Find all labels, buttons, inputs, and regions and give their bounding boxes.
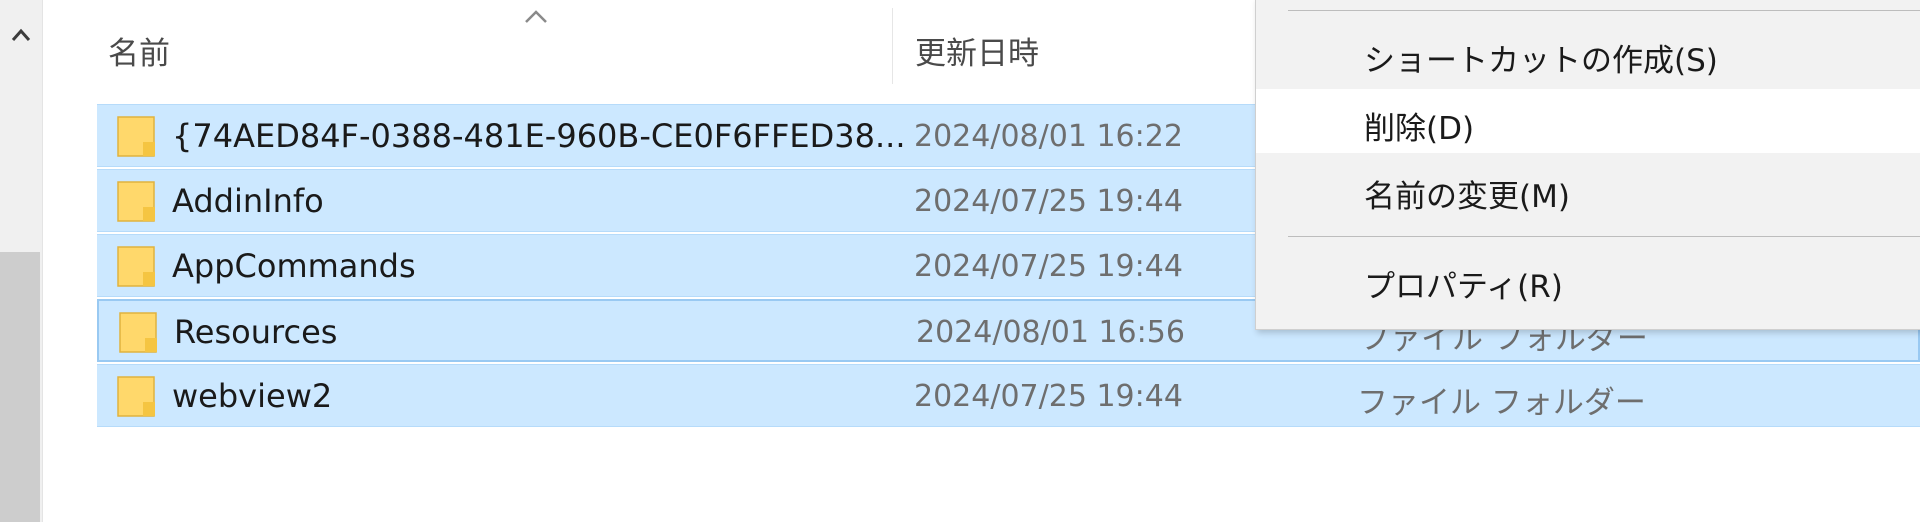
chevron-up-icon [11, 28, 31, 41]
file-modified: 2024/07/25 19:44 [914, 379, 1183, 414]
menu-item-delete[interactable]: 削除(D) [1256, 89, 1920, 153]
menu-separator [1288, 236, 1920, 237]
file-name: Resources [174, 313, 338, 351]
menu-item-label: 名前の変更(M) [1364, 179, 1570, 215]
menu-item-create-shortcut[interactable]: ショートカットの作成(S) [1256, 21, 1920, 85]
file-name: webview2 [172, 377, 333, 415]
vertical-scrollbar[interactable] [0, 0, 43, 522]
folder-icon [117, 181, 155, 222]
menu-item-properties[interactable]: プロパティ(R) [1256, 247, 1920, 311]
file-name: {74AED84F-0388-481E-960B-CE0F6FFED38... [172, 117, 906, 155]
menu-item-label: ショートカットの作成(S) [1364, 43, 1718, 79]
file-modified: 2024/08/01 16:56 [916, 315, 1185, 350]
menu-item-rename[interactable]: 名前の変更(M) [1256, 157, 1920, 221]
folder-icon [117, 116, 155, 157]
folder-icon [119, 312, 157, 353]
column-divider[interactable] [892, 8, 893, 84]
file-row[interactable]: webview2 2024/07/25 19:44 ファイル フォルダー [97, 364, 1920, 427]
column-header-modified[interactable]: 更新日時 [915, 28, 1039, 73]
menu-item-label: 削除(D) [1364, 111, 1475, 147]
file-name: AddinInfo [172, 182, 324, 220]
folder-icon [117, 376, 155, 417]
file-modified: 2024/08/01 16:22 [914, 119, 1183, 154]
file-modified: 2024/07/25 19:44 [914, 249, 1183, 284]
menu-separator [1288, 10, 1920, 11]
menu-item-label: プロパティ(R) [1364, 269, 1563, 305]
file-name: AppCommands [172, 247, 416, 285]
context-menu: ショートカットの作成(S) 削除(D) 名前の変更(M) プロパティ(R) [1255, 0, 1920, 330]
folder-icon [117, 246, 155, 287]
scroll-up-button[interactable] [0, 0, 42, 70]
file-modified: 2024/07/25 19:44 [914, 184, 1183, 219]
file-explorer-view: 名前 更新日時 {74AED84F-0388-481E-960B-CE0F6FF… [0, 0, 1920, 522]
file-type: ファイル フォルダー [1357, 385, 1646, 421]
column-header-name[interactable]: 名前 [108, 28, 170, 73]
scrollbar-thumb[interactable] [0, 252, 40, 522]
sort-ascending-icon [525, 10, 547, 23]
